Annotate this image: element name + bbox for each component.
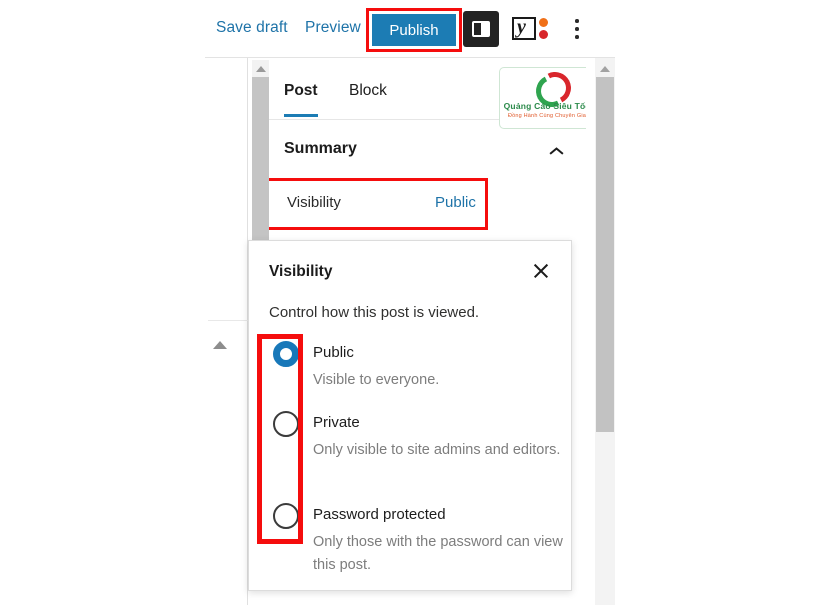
brand-name: Quảng Cáo Siêu Tốc <box>503 101 586 111</box>
editor-toolbar: Save draft Preview Publish y <box>0 0 840 58</box>
save-draft-button[interactable]: Save draft <box>216 19 288 37</box>
option-label: Password protected <box>313 506 446 523</box>
visibility-row-label: Visibility <box>287 194 341 211</box>
sidebar-panel-icon <box>472 21 490 37</box>
popover-description: Control how this post is viewed. <box>269 304 480 321</box>
publish-button[interactable]: Publish <box>372 14 456 46</box>
summary-section-title: Summary <box>284 140 357 157</box>
option-description: Only visible to site admins and editors. <box>313 442 561 458</box>
option-label: Private <box>313 414 360 431</box>
scrollbar-thumb[interactable] <box>596 77 614 432</box>
close-icon[interactable] <box>531 261 551 281</box>
triangle-up-icon[interactable] <box>213 341 227 349</box>
more-vertical-icon[interactable] <box>569 18 585 40</box>
sidebar-panel-toggle-button[interactable] <box>463 11 499 47</box>
option-description: Visible to everyone. <box>313 372 440 388</box>
tab-post[interactable]: Post <box>284 82 318 117</box>
option-description: Only those with the password can view th… <box>313 534 563 573</box>
visibility-popover: Visibility Control how this post is view… <box>248 240 572 591</box>
option-label: Public <box>313 344 354 361</box>
editor-canvas-strip <box>205 58 248 605</box>
yoast-seo-icon[interactable]: y <box>512 16 550 42</box>
chevron-up-icon[interactable] <box>549 146 563 155</box>
swirl-logo-icon <box>531 68 576 112</box>
radio-private[interactable] <box>273 411 299 437</box>
visibility-row-value[interactable]: Public <box>435 194 476 211</box>
triangle-up-icon[interactable] <box>256 66 266 72</box>
editor-right-scrollbar[interactable] <box>595 58 615 605</box>
brand-tagline: Đồng Hành Cùng Chuyên Gia <box>507 113 586 119</box>
popover-title: Visibility <box>269 263 333 280</box>
canvas-divider <box>208 320 248 321</box>
radio-public[interactable] <box>273 341 299 367</box>
triangle-up-icon[interactable] <box>600 66 610 72</box>
brand-watermark-logo: Quảng Cáo Siêu Tốc Đồng Hành Cùng Chuyên… <box>499 67 586 129</box>
radio-password-protected[interactable] <box>273 503 299 529</box>
preview-button[interactable]: Preview <box>305 19 361 37</box>
visibility-row[interactable]: Visibility Public <box>287 194 477 216</box>
tab-block[interactable]: Block <box>349 82 387 114</box>
